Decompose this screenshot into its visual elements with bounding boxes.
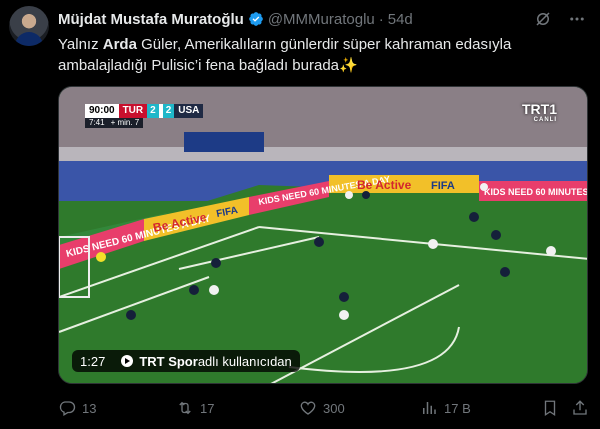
view-count: 17 B <box>444 400 471 416</box>
trt-spor-avatar-icon <box>121 355 134 367</box>
match-clock: 90:00 <box>85 104 119 118</box>
author-name[interactable]: Müjdat Mustafa Muratoğlu <box>58 11 244 28</box>
video-info-bar[interactable]: 1:27 TRT Spor adlı kullanıcıdan <box>72 350 300 372</box>
sparkles-emoji: ✨ <box>339 57 358 74</box>
stadium-scene: KIDS NEED 60 MINUTES A DAY Be Active FIF… <box>59 87 588 383</box>
views-chart-icon <box>423 402 436 414</box>
home-team: TUR <box>118 104 148 118</box>
away-score: 2 <box>162 104 175 118</box>
channel-logo: TRT1 CANLI <box>522 101 557 123</box>
channel-logo-text: TRT1 <box>522 101 557 117</box>
tweet-text: Yalnız Arda Güler, Amerikalıların günler… <box>58 34 578 76</box>
views-button[interactable]: 17 B <box>420 399 471 417</box>
retweet-button[interactable]: 17 <box>176 399 214 417</box>
bookmark-button[interactable] <box>541 399 559 417</box>
ad-board-text: KIDS NEED 60 MINUTES A DAY <box>484 187 588 197</box>
video-source-name[interactable]: TRT Spor <box>139 354 198 369</box>
tweet[interactable]: Müjdat Mustafa Muratoğlu @MMMuratoglu · … <box>0 0 600 429</box>
scorebug: 90:00 TUR 2 2 USA <box>85 104 204 118</box>
away-team: USA <box>174 104 204 118</box>
video-player[interactable]: KIDS NEED 60 MINUTES A DAY Be Active FIF… <box>58 86 588 384</box>
tweet-header: Müjdat Mustafa Muratoğlu @MMMuratoglu · … <box>58 9 413 29</box>
heart-icon <box>300 401 316 415</box>
channel-live-label: CANLI <box>533 117 557 123</box>
like-button[interactable]: 300 <box>299 399 345 417</box>
grok-icon[interactable] <box>534 10 552 28</box>
added-minutes: + min. 7 <box>110 118 140 127</box>
away-team-label: USA <box>178 105 200 116</box>
bookmark-icon <box>544 400 556 417</box>
video-duration: 1:27 <box>80 353 106 369</box>
ad-board-text: FIFA <box>431 180 455 192</box>
text-bold: Arda <box>102 36 137 53</box>
more-options-icon[interactable] <box>568 10 586 28</box>
text-part: Yalnız <box>58 36 103 53</box>
retweet-icon <box>179 401 191 415</box>
top-icons <box>534 10 586 28</box>
video-source-suffix: adlı kullanıcıdan <box>197 353 292 369</box>
extra-time-clock: 7:41 <box>89 118 105 127</box>
home-team-label: TUR <box>122 105 144 116</box>
added-time: 7:41 + min. 7 <box>85 118 144 128</box>
retweet-count: 17 <box>200 400 215 416</box>
verified-badge-icon <box>248 11 264 27</box>
separator: · <box>378 10 384 28</box>
avatar[interactable] <box>9 6 49 46</box>
share-icon <box>573 400 587 415</box>
reply-button[interactable]: 13 <box>58 399 96 417</box>
author-handle[interactable]: @MMMuratoglu <box>268 11 375 28</box>
ad-board-text: Be Active <box>357 178 412 192</box>
home-score: 2 <box>147 104 159 118</box>
like-count: 300 <box>323 400 345 416</box>
tweet-time[interactable]: 54d <box>388 11 413 28</box>
reply-count: 13 <box>82 400 97 416</box>
tweet-actions: 13 17 300 17 B <box>58 398 588 418</box>
reply-icon <box>59 401 76 416</box>
share-button[interactable] <box>571 399 589 417</box>
